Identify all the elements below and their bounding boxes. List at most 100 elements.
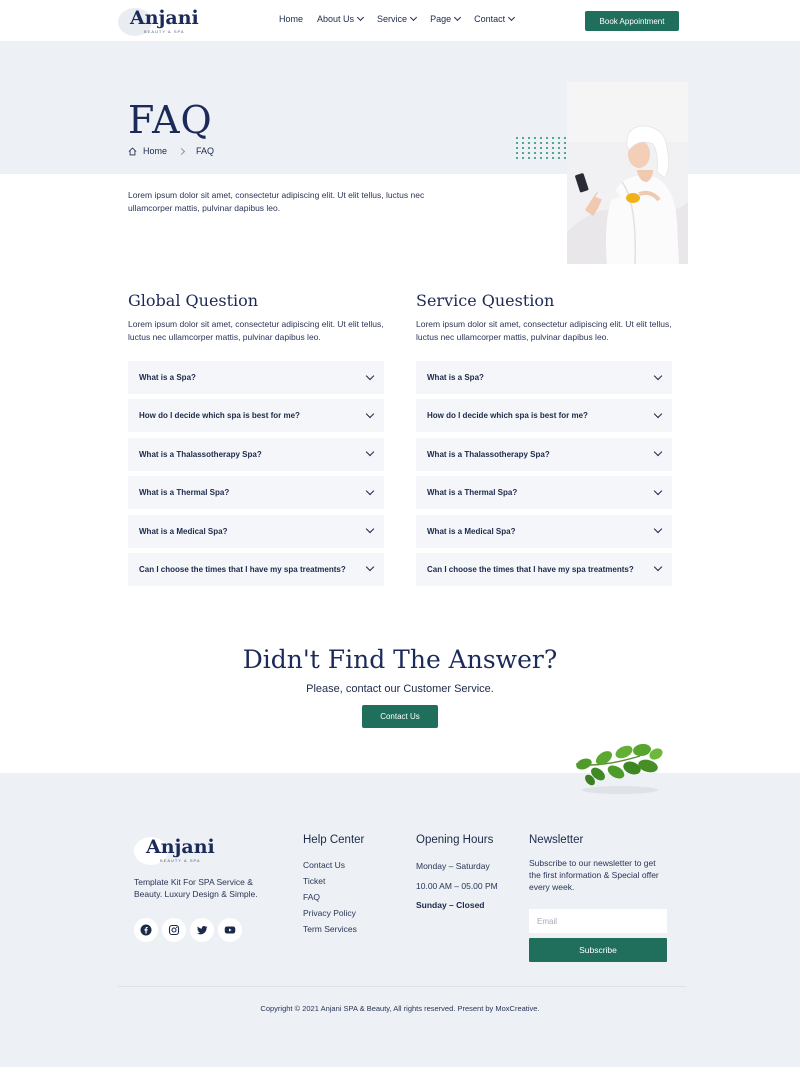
main-nav: Home About Us Service Page Contact [279, 13, 516, 24]
faq-item[interactable]: What is a Thermal Spa? [416, 476, 672, 510]
logo-name: Anjani [130, 7, 199, 29]
service-question-section: Service Question Lorem ipsum dolor sit a… [416, 291, 672, 591]
faq-item[interactable]: Can I choose the times that I have my sp… [416, 552, 672, 586]
faq-question: How do I decide which spa is best for me… [427, 411, 588, 421]
hero-image [567, 82, 688, 264]
faq-question: Can I choose the times that I have my sp… [139, 564, 346, 574]
nav-item-service[interactable]: Service [377, 13, 418, 24]
faq-question: What is a Thermal Spa? [139, 488, 230, 498]
section-description: Lorem ipsum dolor sit amet, consectetur … [128, 319, 384, 342]
footer-tagline: Template Kit For SPA Service & Beauty. L… [134, 877, 258, 899]
nav-item-label: Service [377, 14, 408, 24]
faq-item[interactable]: How do I decide which spa is best for me… [416, 399, 672, 433]
opening-days: Monday – Saturday [416, 861, 490, 871]
newsletter-description: Subscribe to our newsletter to get the f… [529, 858, 659, 892]
faq-question: What is a Spa? [427, 373, 484, 382]
chevron-down-icon [653, 371, 663, 380]
email-field[interactable] [529, 909, 667, 933]
nav-item-label: Page [430, 14, 452, 24]
youtube-button[interactable] [218, 918, 242, 942]
chevron-right-icon [177, 147, 186, 155]
nav-item-label: Home [279, 14, 304, 24]
facebook-icon [140, 924, 152, 936]
home-icon [128, 147, 137, 156]
page-title: FAQ [128, 98, 213, 142]
chevron-down-icon [357, 13, 365, 22]
chevron-down-icon [365, 409, 375, 419]
breadcrumb-current: FAQ [196, 146, 215, 156]
hero-description: Lorem ipsum dolor sit amet, consectetur … [128, 190, 425, 213]
opening-time: 10.00 AM – 05.00 PM [416, 880, 498, 891]
site-footer [0, 773, 800, 1067]
opening-hours-column: Opening Hours Monday – Saturday 10.00 AM… [416, 834, 498, 916]
faq-question: What is a Thermal Spa? [427, 488, 518, 498]
footer-link-ticket[interactable]: Ticket [303, 873, 364, 889]
section-title: Service Question [416, 291, 555, 310]
logo-subtitle: BEAUTY & SPA [144, 29, 185, 34]
faq-list: What is a Spa? How do I decide which spa… [416, 361, 672, 586]
nav-item-label: About Us [317, 14, 355, 24]
closed-day: Sunday – Closed [416, 900, 485, 910]
nav-item-contact[interactable]: Contact [474, 13, 516, 24]
nav-item-about[interactable]: About Us [317, 13, 365, 24]
chevron-down-icon [365, 563, 375, 572]
faq-list: What is a Spa? How do I decide which spa… [128, 361, 384, 586]
chevron-down-icon [653, 563, 663, 572]
chevron-down-icon [653, 524, 663, 534]
breadcrumb: Home FAQ [128, 146, 214, 156]
nav-item-label: Contact [474, 14, 506, 24]
section-title: Global Question [128, 291, 259, 310]
contact-us-button[interactable]: Contact Us [362, 705, 438, 728]
faq-item[interactable]: What is a Thalassotherapy Spa? [128, 437, 384, 471]
chevron-down-icon [410, 13, 418, 22]
chevron-down-icon [653, 486, 663, 495]
faq-item[interactable]: What is a Spa? [128, 361, 384, 394]
footer-link-privacy-policy[interactable]: Privacy Policy [303, 905, 364, 921]
faq-item[interactable]: Can I choose the times that I have my sp… [128, 552, 384, 586]
global-question-section: Global Question Lorem ipsum dolor sit am… [128, 291, 384, 591]
column-title: Newsletter [529, 834, 584, 846]
chevron-down-icon [508, 13, 516, 22]
instagram-icon [168, 924, 180, 936]
column-title: Help Center [303, 834, 365, 846]
faq-item[interactable]: What is a Thermal Spa? [128, 476, 384, 510]
cta-title: Didn't Find The Answer? [242, 645, 558, 674]
faq-question: What is a Medical Spa? [427, 526, 516, 536]
faq-question: Can I choose the times that I have my sp… [427, 564, 634, 574]
help-center-column: Help Center Contact Us Ticket FAQ Privac… [303, 834, 364, 937]
chevron-down-icon [653, 409, 663, 419]
chevron-down-icon [365, 371, 375, 380]
book-appointment-button[interactable]: Book Appointment [585, 11, 679, 31]
facebook-button[interactable] [134, 918, 158, 942]
section-description: Lorem ipsum dolor sit amet, consectetur … [416, 319, 672, 342]
footer-divider [118, 986, 686, 987]
faq-item[interactable]: What is a Spa? [416, 361, 672, 394]
faq-question: What is a Thalassotherapy Spa? [139, 449, 262, 459]
social-links [134, 918, 242, 942]
footer-logo[interactable]: Anjani BEAUTY & SPA [134, 835, 215, 867]
footer-link-contact-us[interactable]: Contact Us [303, 857, 364, 873]
breadcrumb-home-link[interactable]: Home [143, 146, 167, 156]
faq-item[interactable]: What is a Medical Spa? [128, 514, 384, 548]
subscribe-button[interactable]: Subscribe [529, 938, 667, 962]
nav-item-home[interactable]: Home [279, 14, 303, 24]
faq-item[interactable]: What is a Medical Spa? [416, 514, 672, 548]
youtube-icon [224, 926, 236, 934]
chevron-down-icon [365, 448, 375, 457]
faq-question: What is a Spa? [139, 373, 196, 382]
site-logo[interactable]: Anjani BEAUTY & SPA [118, 6, 199, 38]
faq-question: What is a Thalassotherapy Spa? [427, 449, 550, 459]
twitter-icon [196, 925, 208, 935]
instagram-button[interactable] [162, 918, 186, 942]
nav-item-page[interactable]: Page [430, 13, 462, 24]
faq-question: What is a Medical Spa? [139, 526, 228, 536]
cta-subtitle: Please, contact our Customer Service. [306, 683, 494, 695]
faq-item[interactable]: How do I decide which spa is best for me… [128, 399, 384, 433]
footer-link-term-services[interactable]: Term Services [303, 921, 364, 937]
faq-item[interactable]: What is a Thalassotherapy Spa? [416, 437, 672, 471]
column-title: Opening Hours [416, 834, 494, 846]
footer-link-faq[interactable]: FAQ [303, 889, 364, 905]
logo-name: Anjani [146, 836, 215, 858]
copyright-text: Copyright © 2021 Anjani SPA & Beauty, Al… [260, 1004, 540, 1013]
twitter-button[interactable] [190, 918, 214, 942]
